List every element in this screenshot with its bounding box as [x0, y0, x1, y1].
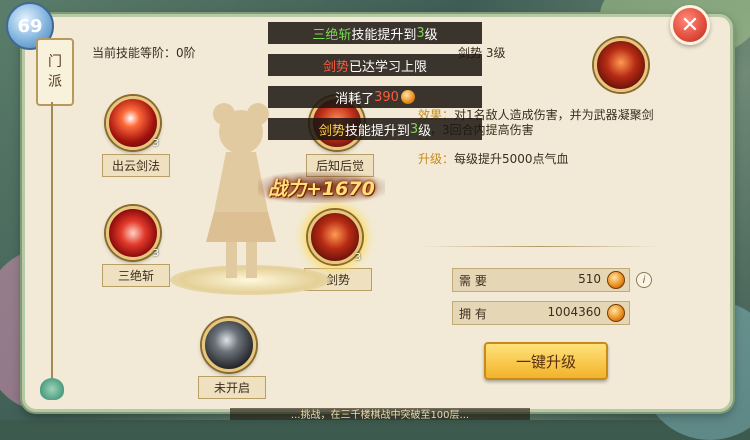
lotus-icon	[40, 378, 64, 400]
owned-amount-row: 拥 有 1004360	[452, 301, 630, 325]
toast-suffix: 级	[418, 123, 432, 139]
cost-required-label: 需 要	[459, 274, 487, 288]
one-click-upgrade-button[interactable]: 一键升级	[484, 342, 608, 380]
skill-name: 出云剑法	[102, 154, 170, 177]
skill-level: 3	[152, 248, 159, 259]
cost-required-value: 510	[578, 272, 601, 286]
owned-value: 1004360	[547, 305, 601, 319]
owned-label: 拥 有	[459, 307, 487, 321]
toast-number: 390	[374, 89, 399, 105]
close-button[interactable]: ✕	[670, 5, 710, 45]
triple-slash-icon: 3	[106, 206, 160, 260]
fire-slash-icon: 3	[106, 96, 160, 150]
sword-aura-icon: 3	[308, 210, 362, 264]
info-icon[interactable]: i	[636, 272, 652, 288]
tab-sect-label-1: 门	[48, 54, 62, 70]
tab-sect[interactable]: 门 派	[36, 38, 74, 106]
toast-text: 技能提升到	[344, 123, 410, 139]
toast-message: 消耗了 390	[268, 86, 482, 108]
coin-icon	[607, 271, 625, 289]
toast-highlight: 剑势	[318, 123, 345, 139]
skill-sanjue-zhan[interactable]: 3 三绝斩	[102, 206, 170, 287]
skill-level: 3	[152, 138, 159, 149]
cost-required-row: 需 要 510	[452, 268, 630, 292]
bottom-tip-banner: ...挑战，在三千楼棋战中突破至100层...	[230, 408, 530, 420]
upgrade-key: 升级：	[418, 152, 455, 166]
toast-number: 3	[416, 25, 425, 41]
toast-message: 三绝斩 技能提升到 3 级	[268, 22, 482, 44]
toast-highlight: 剑势	[322, 59, 349, 75]
upgrade-text: 每级提升5000点气血	[454, 152, 569, 166]
toast-highlight: 三绝斩	[312, 27, 352, 43]
power-gain-popup: 战力+1670	[258, 172, 385, 203]
skill-name: 未开启	[198, 376, 266, 399]
toast-number: 3	[409, 121, 419, 137]
skill-name: 三绝斩	[102, 264, 170, 287]
detail-skill-level: 3级	[485, 46, 506, 60]
tab-sect-label-2: 派	[48, 74, 62, 90]
toast-message: 剑势 已达学习上限	[268, 54, 482, 76]
divider	[420, 246, 660, 247]
current-skill-tier: 当前技能等阶：0阶	[92, 46, 196, 60]
toast-text: 已达学习上限	[349, 59, 428, 75]
skill-upgrade-info: 升级：每级提升5000点气血	[418, 150, 569, 167]
toast-prefix: 消耗了	[335, 91, 375, 107]
locked-orb-icon	[202, 318, 256, 372]
skill-level: 3	[354, 252, 361, 263]
toast-message: 剑势 技能提升到 3 级	[268, 118, 482, 140]
coin-icon	[400, 90, 415, 104]
toast-suffix: 级	[424, 27, 438, 43]
toast-text: 技能提升到	[351, 27, 417, 43]
skill-locked[interactable]: 未开启	[198, 318, 266, 399]
scroll-rope	[51, 102, 53, 382]
skill-chuyun-jianfa[interactable]: 3 出云剑法	[102, 96, 170, 177]
sword-aura-icon	[594, 38, 648, 92]
coin-icon	[607, 304, 625, 322]
